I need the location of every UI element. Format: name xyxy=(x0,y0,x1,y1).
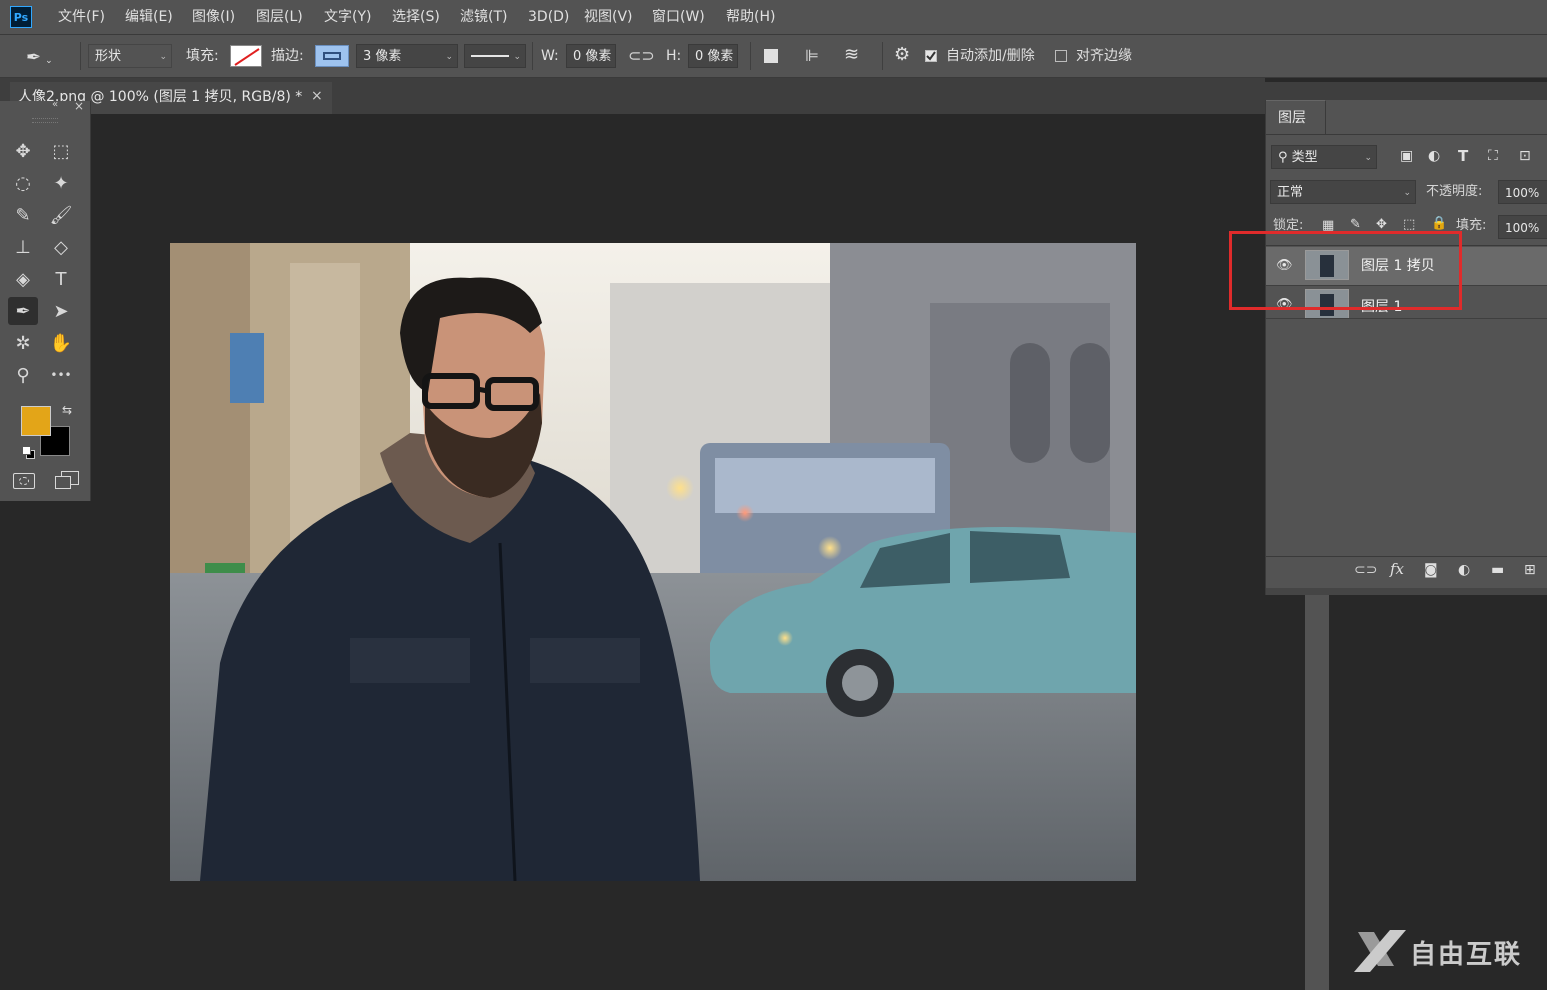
filter-adjustment-icon[interactable]: ◐ xyxy=(1428,148,1440,164)
auto-add-delete-checkbox[interactable] xyxy=(925,50,937,62)
street-portrait-image xyxy=(170,243,1136,881)
default-colors-icon[interactable] xyxy=(22,446,35,459)
filter-pixel-icon[interactable]: ▣ xyxy=(1400,148,1413,164)
align-edges-checkbox[interactable] xyxy=(1055,50,1067,62)
screen-mode-icon[interactable] xyxy=(55,471,79,489)
path-arrangement-icon[interactable]: ≋ xyxy=(844,44,859,65)
menu-filter[interactable]: 滤镜(T) xyxy=(460,0,507,34)
menu-file[interactable]: 文件(F) xyxy=(58,0,105,34)
lock-position-icon[interactable]: ✥ xyxy=(1376,217,1387,232)
menu-image[interactable]: 图像(I) xyxy=(192,0,235,34)
opacity-field[interactable]: 100% xyxy=(1498,180,1547,204)
zoom-icon[interactable]: ⚲ xyxy=(8,361,38,389)
no-fill-icon xyxy=(234,48,260,66)
paint-bucket-icon[interactable]: ◈ xyxy=(8,265,38,293)
height-field[interactable]: 0 像素 xyxy=(688,44,738,68)
path-alignment-icon[interactable]: ⊫ xyxy=(805,46,819,65)
lock-artboard-icon[interactable]: ⬚ xyxy=(1403,217,1415,232)
lock-image-icon[interactable]: ✎ xyxy=(1350,217,1361,232)
pen-tool-preset-icon[interactable]: ✒ ⌄ xyxy=(26,46,66,70)
pen-icon[interactable]: ✒ xyxy=(8,297,38,325)
lock-all-icon[interactable]: 🔒 xyxy=(1431,216,1447,231)
menu-3d[interactable]: 3D(D) xyxy=(528,0,569,34)
link-icon[interactable]: ⊂⊃ xyxy=(628,46,655,65)
marquee-icon[interactable]: ⬚ xyxy=(46,137,76,165)
path-operations-icon[interactable] xyxy=(764,49,778,63)
tool-grid: ✥ ⬚ ◌ ✦ ✎ 🖌 ⊥ ◇ ◈ T ✒ ➤ ✲ ✋ ⚲ ••• xyxy=(8,137,84,389)
hand-icon[interactable]: ✋ xyxy=(46,329,76,357)
brush-icon[interactable]: 🖌 xyxy=(46,201,76,229)
auto-add-delete-label: 自动添加/删除 xyxy=(946,48,1035,64)
menu-view[interactable]: 视图(V) xyxy=(584,0,633,34)
layer-mask-icon[interactable]: ◙ xyxy=(1424,562,1438,578)
blend-mode-select[interactable]: 正常 ⌄ xyxy=(1270,180,1416,204)
side-panel-strip xyxy=(1305,595,1329,990)
fill-field[interactable]: 100% xyxy=(1498,215,1547,239)
eraser-icon[interactable]: ◇ xyxy=(46,233,76,261)
align-edges-label: 对齐边缘 xyxy=(1076,48,1132,64)
layer-filter-select[interactable]: ⚲ 类型 ⌄ xyxy=(1271,145,1377,169)
menu-select[interactable]: 选择(S) xyxy=(392,0,440,34)
layers-panel: 图层 ⚲ 类型 ⌄ ▣ ◐ T ⛶ ⊡ 正常 ⌄ 不透明度: 100% 锁定: ▦ … xyxy=(1265,100,1547,595)
stroke-label: 描边: xyxy=(271,48,304,64)
stroke-swatch[interactable] xyxy=(315,45,349,67)
close-tab-icon[interactable]: × xyxy=(311,86,325,106)
lasso-icon[interactable]: ◌ xyxy=(8,169,38,197)
gear-icon[interactable]: ⚙ xyxy=(894,44,910,65)
layer-style-icon[interactable]: fx xyxy=(1390,560,1404,578)
more-tools-icon[interactable]: ••• xyxy=(46,361,76,389)
filter-type-icon[interactable]: T xyxy=(1458,147,1468,165)
menu-help[interactable]: 帮助(H) xyxy=(726,0,775,34)
filter-shape-icon[interactable]: ⛶ xyxy=(1488,148,1498,164)
watermark-logo-icon xyxy=(1354,930,1406,972)
layers-panel-header xyxy=(1265,82,1547,100)
filter-smart-object-icon[interactable]: ⊡ xyxy=(1519,148,1531,164)
watermark: 自由互联 xyxy=(1350,926,1540,976)
opacity-label: 不透明度: xyxy=(1426,184,1483,199)
eyedropper-icon[interactable]: ✎ xyxy=(8,201,38,229)
new-group-icon[interactable]: ▬ xyxy=(1491,562,1504,578)
quick-mask-icon[interactable] xyxy=(13,473,35,489)
swap-colors-icon[interactable]: ⇆ xyxy=(62,403,72,417)
adjustment-layer-icon[interactable]: ◐ xyxy=(1458,562,1470,578)
collapse-toolbox-icon[interactable]: « xyxy=(52,99,58,110)
canvas-photo[interactable] xyxy=(170,243,1136,881)
stroke-type-select[interactable]: ⌄ xyxy=(464,44,526,68)
width-label: W: xyxy=(541,48,559,64)
width-field[interactable]: 0 像素 xyxy=(566,44,616,68)
menu-layer[interactable]: 图层(L) xyxy=(256,0,303,34)
custom-shape-icon[interactable]: ✲ xyxy=(8,329,38,357)
tool-mode-select[interactable]: 形状 ⌄ xyxy=(88,44,172,68)
toolbox: « × ✥ ⬚ ◌ ✦ ✎ 🖌 ⊥ ◇ ◈ T ✒ ➤ ✲ ✋ ⚲ ••• ⇆ xyxy=(0,99,91,501)
tab-layers[interactable]: 图层 xyxy=(1266,100,1326,134)
fill-swatch[interactable] xyxy=(230,45,262,67)
photoshop-logo-icon: Ps xyxy=(10,6,32,28)
stamp-icon[interactable]: ⊥ xyxy=(8,233,38,261)
link-layers-icon[interactable]: ⊂⊃ xyxy=(1354,562,1377,578)
magic-wand-icon[interactable]: ✦ xyxy=(46,169,76,197)
move-icon[interactable]: ✥ xyxy=(8,137,38,165)
search-icon: ⚲ xyxy=(1278,150,1292,165)
menu-window[interactable]: 窗口(W) xyxy=(652,0,705,34)
close-toolbox-icon[interactable]: × xyxy=(74,99,84,113)
menu-type[interactable]: 文字(Y) xyxy=(324,0,371,34)
type-icon[interactable]: T xyxy=(46,265,76,293)
height-label: H: xyxy=(666,48,682,64)
stroke-width-field[interactable]: 3 像素 ⌄ xyxy=(356,44,458,68)
new-layer-icon[interactable]: ⊞ xyxy=(1524,562,1536,578)
foreground-color-swatch[interactable] xyxy=(21,406,51,436)
highlight-box xyxy=(1229,231,1462,310)
menu-edit[interactable]: 编辑(E) xyxy=(125,0,173,34)
fill-label: 填充: xyxy=(186,48,219,64)
path-select-icon[interactable]: ➤ xyxy=(46,297,76,325)
